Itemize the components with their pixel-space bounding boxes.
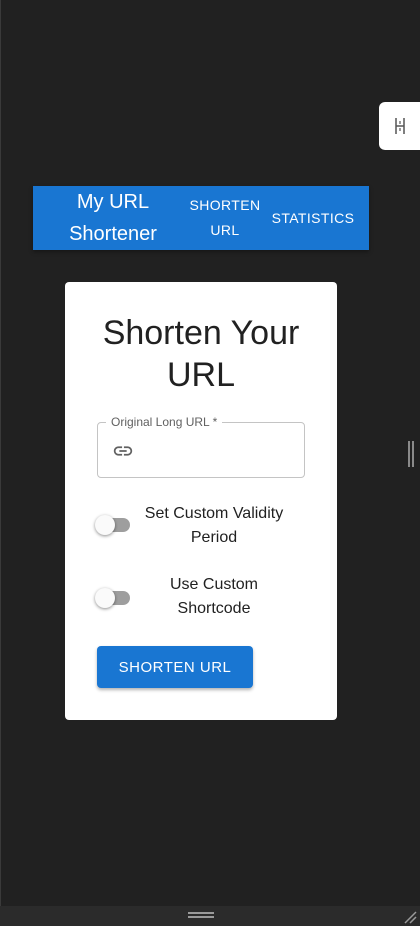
bottom-resize-bar [0, 906, 420, 926]
brand-text: My URL Shortener [69, 191, 157, 245]
custom-shortcode-label: Use Custom Shortcode [169, 576, 259, 617]
original-url-label: Original Long URL * [106, 415, 223, 429]
custom-shortcode-switch[interactable] [95, 587, 131, 609]
custom-validity-label: Set Custom Validity Period [144, 505, 284, 546]
nav-shorten-url-button[interactable]: SHORTEN URL [185, 186, 265, 250]
custom-validity-switch[interactable] [95, 514, 131, 536]
nav-shorten-url-label: SHORTEN URL [189, 197, 261, 238]
switch-thumb [95, 588, 115, 608]
app-bar: My URL Shortener SHORTEN URL STATISTICS [33, 186, 369, 250]
nav-statistics-label: STATISTICS [271, 209, 355, 226]
link-icon [113, 446, 133, 456]
resize-corner-icon[interactable] [403, 910, 417, 924]
nav-statistics-button[interactable]: STATISTICS [267, 186, 359, 250]
original-url-field[interactable]: Original Long URL * [97, 415, 305, 478]
original-url-input[interactable] [142, 437, 296, 465]
side-resize-handle[interactable] [408, 441, 414, 467]
shorten-card: Shorten Your URL Original Long URL * Set… [65, 282, 337, 720]
bottom-resize-handle[interactable] [188, 912, 214, 918]
viewport-edge [0, 0, 1, 906]
shorten-url-button[interactable]: SHORTEN URL [97, 646, 253, 688]
browser-viewport: My URL Shortener SHORTEN URL STATISTICS … [0, 0, 420, 926]
extension-grip-icon [394, 118, 405, 134]
brand-title: My URL Shortener [33, 186, 193, 250]
switch-thumb [95, 515, 115, 535]
page-title: Shorten Your URL [102, 314, 300, 394]
extension-tab[interactable] [379, 102, 420, 150]
